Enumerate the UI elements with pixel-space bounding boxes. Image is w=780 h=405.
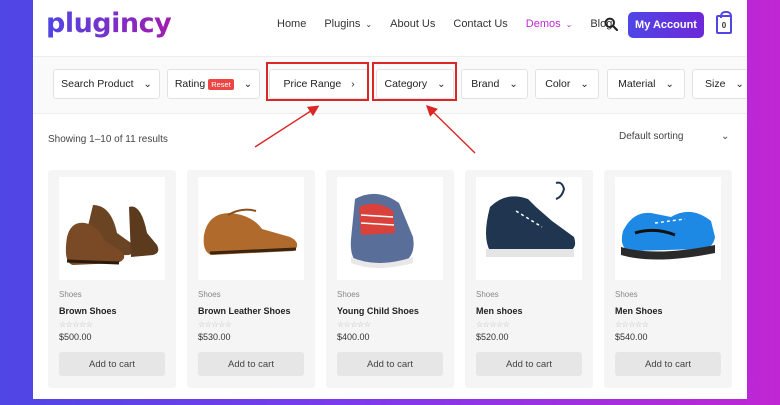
product-price: $530.00	[198, 332, 231, 342]
product-card[interactable]: Shoes Brown Shoes ☆☆☆☆☆ $500.00 Add to c…	[48, 170, 176, 388]
add-to-cart-button[interactable]: Add to cart	[337, 352, 443, 376]
brown-leather-shoe-image	[203, 208, 298, 255]
chevron-down-icon: ⌄	[580, 78, 589, 90]
child-shoe-image	[350, 193, 414, 268]
filter-material[interactable]: Material ⌄	[607, 69, 685, 99]
filter-color[interactable]: Color ⌄	[535, 69, 599, 99]
product-category[interactable]: Shoes	[198, 290, 221, 299]
chevron-down-icon: ⌄	[565, 19, 573, 29]
blue-running-shoe-image	[621, 211, 715, 260]
filter-rating[interactable]: Rating Reset ⌄	[167, 69, 260, 99]
product-title[interactable]: Men Shoes	[615, 306, 663, 316]
product-card[interactable]: Shoes Brown Leather Shoes ☆☆☆☆☆ $530.00 …	[187, 170, 315, 388]
rating-stars: ☆☆☆☆☆	[337, 320, 371, 329]
chevron-down-icon: ⌄	[143, 78, 152, 90]
product-image[interactable]	[59, 177, 165, 280]
product-title[interactable]: Men shoes	[476, 306, 523, 316]
filter-brand[interactable]: Brand ⌄	[461, 69, 528, 99]
product-title[interactable]: Brown Leather Shoes	[198, 306, 291, 316]
chevron-down-icon: ⌄	[735, 78, 744, 90]
cart-count: 0	[721, 21, 727, 30]
product-title[interactable]: Brown Shoes	[59, 306, 117, 316]
product-price: $540.00	[615, 332, 648, 342]
product-image[interactable]	[476, 177, 582, 280]
results-count: Showing 1–10 of 11 results	[48, 134, 168, 145]
chevron-down-icon: ⌄	[243, 78, 253, 90]
cart-icon[interactable]: 0	[716, 11, 732, 34]
page-frame: plugincy Home Plugins ⌄ About Us Contact …	[33, 0, 747, 399]
add-to-cart-button[interactable]: Add to cart	[198, 352, 304, 376]
rating-stars: ☆☆☆☆☆	[59, 320, 93, 329]
add-to-cart-button[interactable]: Add to cart	[615, 352, 721, 376]
nav-item-demos[interactable]: Demos ⌄	[526, 18, 573, 30]
chevron-down-icon: ⌄	[509, 78, 518, 90]
search-icon[interactable]	[604, 17, 618, 31]
nav-item-about-us[interactable]: About Us	[390, 18, 435, 30]
nav-item-home[interactable]: Home	[277, 18, 306, 30]
product-title[interactable]: Young Child Shoes	[337, 306, 419, 316]
rating-stars: ☆☆☆☆☆	[615, 320, 649, 329]
add-to-cart-button[interactable]: Add to cart	[476, 352, 582, 376]
nav-item-plugins[interactable]: Plugins ⌄	[324, 18, 372, 30]
filter-search-product[interactable]: Search Product ⌄	[53, 69, 160, 99]
product-card[interactable]: Shoes Men shoes ☆☆☆☆☆ $520.00 Add to car…	[465, 170, 593, 388]
rating-stars: ☆☆☆☆☆	[198, 320, 232, 329]
product-category[interactable]: Shoes	[476, 290, 499, 299]
product-category[interactable]: Shoes	[615, 290, 638, 299]
add-to-cart-button[interactable]: Add to cart	[59, 352, 165, 376]
sort-select[interactable]: Default sorting	[619, 131, 683, 142]
navy-sneaker-image	[486, 181, 576, 257]
product-image[interactable]	[198, 177, 304, 280]
chevron-down-icon: ⌄	[365, 19, 373, 29]
filter-size[interactable]: Size ⌄	[692, 69, 747, 99]
price-range-highlight	[266, 62, 369, 101]
product-image[interactable]	[615, 177, 721, 280]
product-image[interactable]	[337, 177, 443, 280]
chevron-down-icon[interactable]: ⌄	[721, 131, 729, 142]
category-highlight	[372, 62, 457, 101]
product-category[interactable]: Shoes	[337, 290, 360, 299]
nav-item-contact-us[interactable]: Contact Us	[453, 18, 507, 30]
chevron-down-icon: ⌄	[665, 78, 674, 90]
product-price: $500.00	[59, 332, 92, 342]
product-price: $400.00	[337, 332, 370, 342]
product-card[interactable]: Shoes Men Shoes ☆☆☆☆☆ $540.00 Add to car…	[604, 170, 732, 388]
site-logo[interactable]: plugincy	[46, 8, 172, 39]
product-price: $520.00	[476, 332, 509, 342]
reset-badge[interactable]: Reset	[208, 78, 234, 90]
brown-oxford-shoe-image	[65, 205, 159, 265]
product-card[interactable]: Shoes Young Child Shoes ☆☆☆☆☆ $400.00 Ad…	[326, 170, 454, 388]
rating-stars: ☆☆☆☆☆	[476, 320, 510, 329]
my-account-button[interactable]: My Account	[628, 12, 704, 38]
product-category[interactable]: Shoes	[59, 290, 82, 299]
main-nav: Home Plugins ⌄ About Us Contact Us Demos ⌄…	[277, 18, 630, 30]
site-header: plugincy Home Plugins ⌄ About Us Contact …	[33, 0, 747, 52]
